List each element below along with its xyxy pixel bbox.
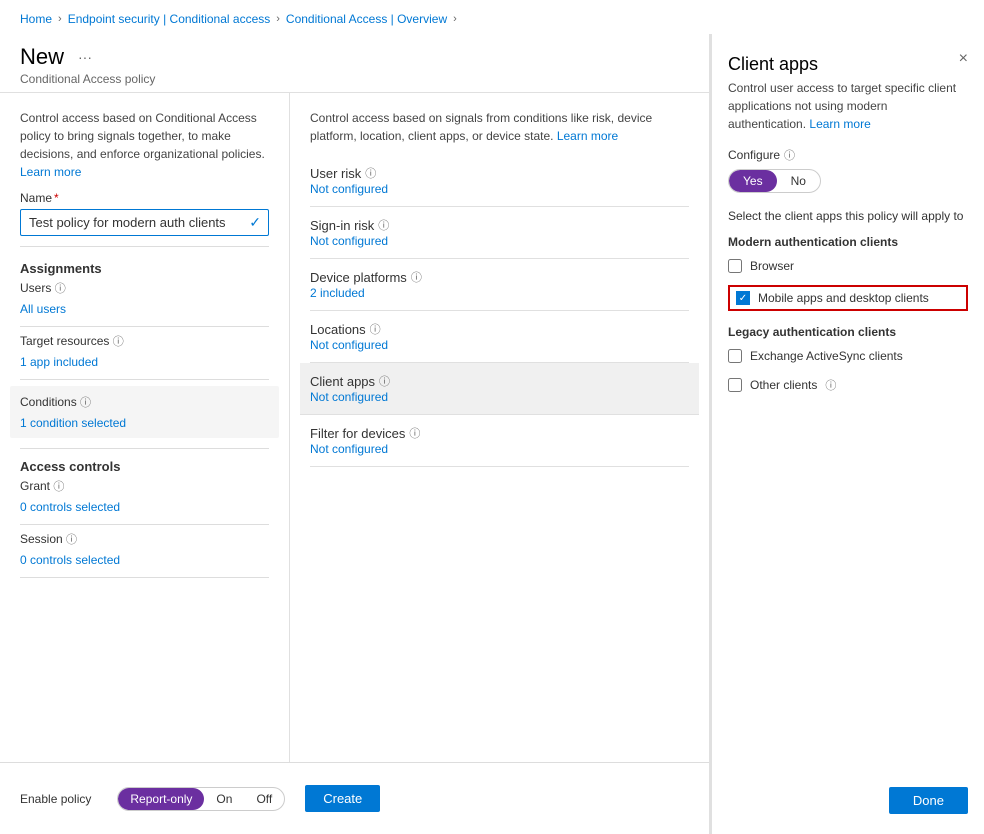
bottom-bar: Enable policy Report-only On Off Create — [0, 762, 709, 834]
policy-name-input[interactable] — [20, 209, 269, 236]
toggle-report-only[interactable]: Report-only — [118, 788, 204, 810]
create-button[interactable]: Create — [305, 785, 380, 812]
no-option[interactable]: No — [777, 170, 820, 192]
mobile-checkbox[interactable] — [736, 291, 750, 305]
other-row: Other clients ⓘ — [728, 375, 968, 395]
device-platforms-info[interactable]: ⓘ — [411, 269, 422, 285]
filter-devices-row: Filter for devices ⓘ Not configured — [310, 415, 689, 467]
modern-auth-label: Modern authentication clients — [728, 235, 968, 249]
panel-description: Control user access to target specific c… — [728, 79, 968, 133]
locations-value[interactable]: Not configured — [310, 338, 388, 352]
breadcrumb-home[interactable]: Home — [20, 12, 52, 26]
page-title: New — [20, 44, 64, 70]
users-value[interactable]: All users — [20, 302, 66, 316]
breadcrumb: Home › Endpoint security | Conditional a… — [0, 0, 984, 34]
more-options[interactable]: ··· — [78, 49, 92, 65]
locations-row: Locations ⓘ Not configured — [310, 311, 689, 363]
yes-no-toggle[interactable]: Yes No — [728, 169, 821, 193]
signin-risk-row: Sign-in risk ⓘ Not configured — [310, 207, 689, 259]
session-label: Session ⓘ — [20, 531, 269, 547]
configure-label: Configure ⓘ — [728, 147, 968, 163]
target-resources-label: Target resources ⓘ — [20, 333, 269, 349]
enable-policy-label: Enable policy — [20, 792, 91, 806]
session-value[interactable]: 0 controls selected — [20, 553, 120, 567]
conditions-description: Control access based on signals from con… — [310, 109, 689, 145]
exchange-checkbox[interactable] — [728, 349, 742, 363]
panel-title: Client apps — [728, 54, 968, 75]
browser-checkbox[interactable] — [728, 259, 742, 273]
breadcrumb-endpoint[interactable]: Endpoint security | Conditional access — [68, 12, 271, 26]
breadcrumb-overview[interactable]: Conditional Access | Overview — [286, 12, 447, 26]
configure-info-icon[interactable]: ⓘ — [784, 147, 795, 163]
other-info-icon[interactable]: ⓘ — [825, 377, 836, 393]
client-apps-info[interactable]: ⓘ — [379, 373, 390, 389]
filter-devices-value[interactable]: Not configured — [310, 442, 388, 456]
browser-row: Browser — [728, 257, 968, 275]
signin-risk-info[interactable]: ⓘ — [378, 217, 389, 233]
toggle-on[interactable]: On — [204, 788, 244, 810]
device-platforms-row: Device platforms ⓘ 2 included — [310, 259, 689, 311]
legacy-auth-label: Legacy authentication clients — [728, 325, 968, 339]
other-label: Other clients — [750, 378, 817, 392]
client-apps-row: Client apps ⓘ Not configured — [300, 363, 699, 415]
other-checkbox[interactable] — [728, 378, 742, 392]
user-risk-value[interactable]: Not configured — [310, 182, 388, 196]
conditions-info-icon[interactable]: ⓘ — [80, 397, 91, 409]
yes-option[interactable]: Yes — [729, 170, 777, 192]
access-controls-label: Access controls — [20, 459, 269, 474]
name-label: Name* — [20, 191, 269, 205]
device-platforms-value[interactable]: 2 included — [310, 286, 365, 300]
user-risk-info[interactable]: ⓘ — [365, 165, 376, 181]
page-subtitle: Conditional Access policy — [20, 72, 689, 86]
done-button[interactable]: Done — [889, 787, 968, 814]
check-icon: ✓ — [249, 214, 261, 231]
users-label: Users ⓘ — [20, 280, 269, 296]
assignments-label: Assignments — [20, 261, 269, 276]
session-info-icon[interactable]: ⓘ — [66, 534, 77, 546]
conditions-value[interactable]: 1 condition selected — [20, 416, 126, 430]
policy-toggle[interactable]: Report-only On Off — [117, 787, 285, 811]
filter-devices-info[interactable]: ⓘ — [409, 425, 420, 441]
toggle-off[interactable]: Off — [244, 788, 284, 810]
users-info-icon[interactable]: ⓘ — [55, 283, 66, 295]
client-apps-value[interactable]: Not configured — [310, 390, 388, 404]
mobile-label: Mobile apps and desktop clients — [758, 291, 929, 305]
signin-risk-value[interactable]: Not configured — [310, 234, 388, 248]
panel-learn-more[interactable]: Learn more — [809, 117, 870, 131]
conditions-label: Conditions ⓘ — [20, 394, 269, 410]
grant-info-icon[interactable]: ⓘ — [53, 481, 64, 493]
target-info-icon[interactable]: ⓘ — [113, 336, 124, 348]
target-resources-value[interactable]: 1 app included — [20, 355, 98, 369]
browser-label: Browser — [750, 259, 794, 273]
user-risk-row: User risk ⓘ Not configured — [310, 155, 689, 207]
select-desc: Select the client apps this policy will … — [728, 207, 968, 225]
exchange-label: Exchange ActiveSync clients — [750, 349, 903, 363]
grant-label: Grant ⓘ — [20, 478, 269, 494]
exchange-row: Exchange ActiveSync clients — [728, 347, 968, 365]
close-button[interactable]: × — [959, 50, 968, 68]
client-apps-panel: Client apps × Control user access to tar… — [710, 34, 984, 834]
mobile-row: Mobile apps and desktop clients — [728, 285, 968, 311]
locations-info[interactable]: ⓘ — [370, 321, 381, 337]
learn-more-link[interactable]: Learn more — [20, 165, 81, 179]
left-description: Control access based on Conditional Acce… — [20, 109, 269, 181]
conditions-learn-more[interactable]: Learn more — [557, 129, 618, 143]
grant-value[interactable]: 0 controls selected — [20, 500, 120, 514]
